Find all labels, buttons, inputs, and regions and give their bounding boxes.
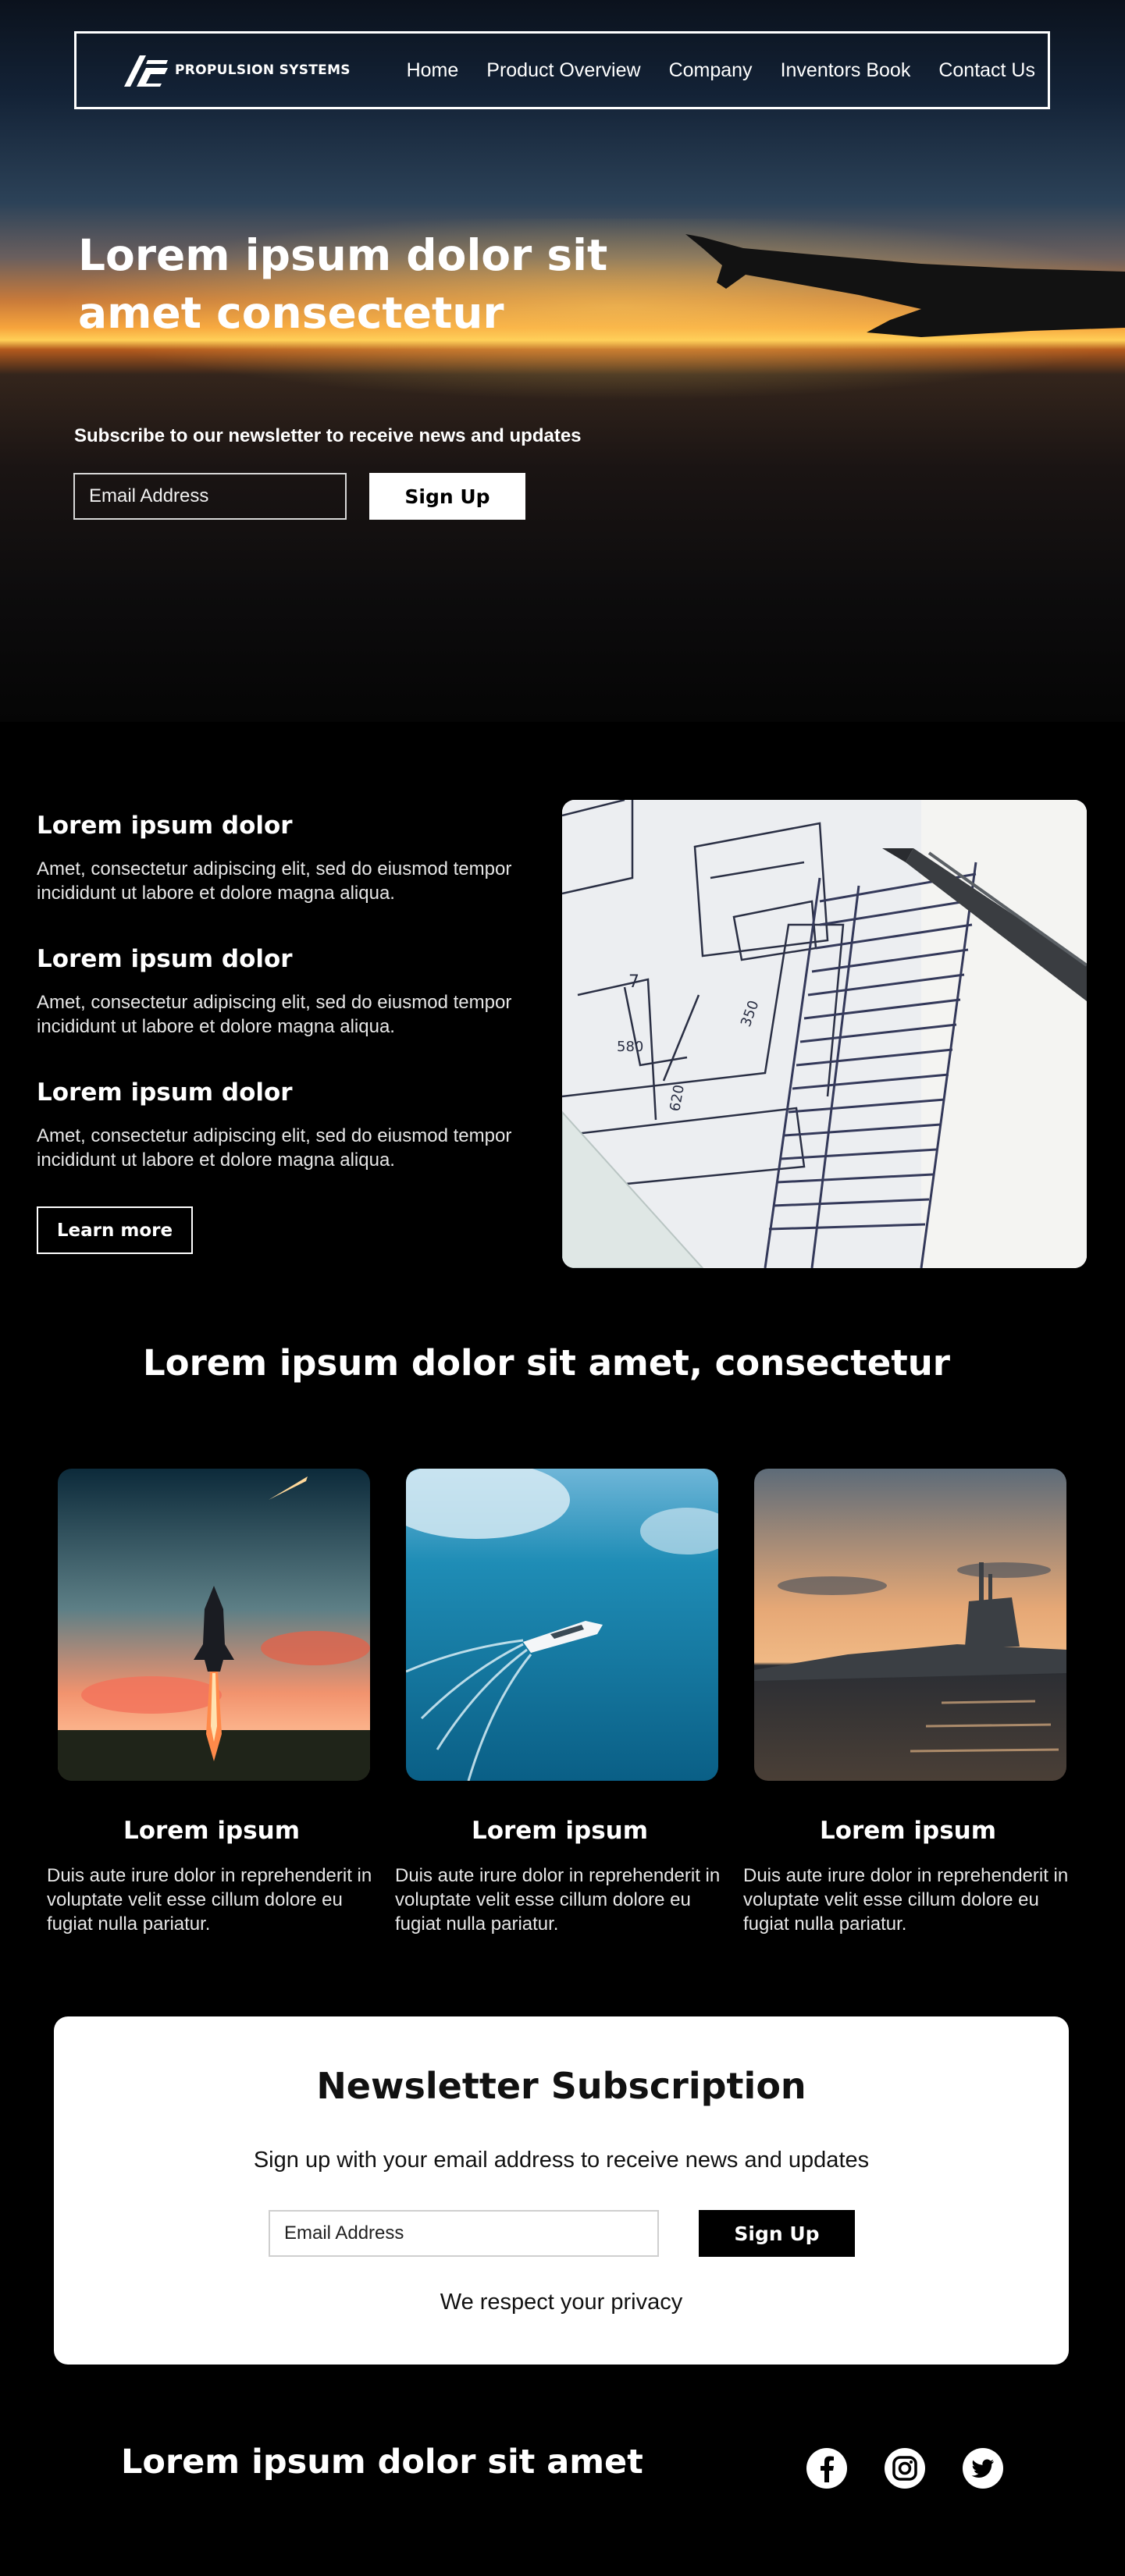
feature-text: Amet, consectetur adipiscing elit, sed d… bbox=[37, 1125, 512, 1171]
card-title: Lorem ipsum bbox=[819, 1817, 997, 1845]
feature-item: Lorem ipsum dolor Amet, consectetur adip… bbox=[37, 812, 536, 905]
card-title: Lorem ipsum bbox=[471, 1817, 649, 1845]
newsletter-email-input[interactable] bbox=[269, 2210, 659, 2257]
learn-more-button[interactable]: Learn more bbox=[37, 1206, 193, 1254]
hero-email-input[interactable] bbox=[73, 473, 347, 520]
rocket-launch-illustration bbox=[58, 1469, 370, 1781]
hero-section: PROPULSION SYSTEMS Home Product Overview… bbox=[0, 0, 1125, 722]
brand-logo[interactable]: PROPULSION SYSTEMS bbox=[119, 51, 351, 90]
card-image-speedboat-ocean bbox=[406, 1469, 718, 1781]
blueprint-image: 7 580 350 620 bbox=[562, 800, 1087, 1268]
blueprint-drawing: 7 580 350 620 bbox=[562, 800, 1087, 1268]
instagram-icon[interactable] bbox=[883, 2446, 927, 2490]
card-text: Duis aute irure dolor in reprehenderit i… bbox=[395, 1865, 721, 1935]
feature-title: Lorem ipsum dolor bbox=[37, 812, 293, 840]
privacy-text: We respect your privacy bbox=[440, 2290, 683, 2315]
hero-subscribe-text: Subscribe to our newsletter to receive n… bbox=[74, 425, 582, 446]
feature-title: Lorem ipsum dolor bbox=[37, 1078, 293, 1107]
nav-link-company[interactable]: Company bbox=[669, 59, 753, 82]
newsletter-signup-button[interactable]: Sign Up bbox=[699, 2210, 855, 2257]
propulsion-logo-icon bbox=[124, 55, 168, 87]
nav-link-contact-us[interactable]: Contact Us bbox=[938, 59, 1035, 82]
blueprint-number: 580 bbox=[617, 1039, 643, 1055]
speedboat-ocean-illustration bbox=[406, 1469, 718, 1781]
brand-name: PROPULSION SYSTEMS bbox=[175, 62, 351, 78]
facebook-icon[interactable] bbox=[805, 2446, 849, 2490]
feature-item: Lorem ipsum dolor Amet, consectetur adip… bbox=[37, 1078, 536, 1172]
feature-text: Amet, consectetur adipiscing elit, sed d… bbox=[37, 858, 512, 904]
submarine-sunset-illustration bbox=[754, 1469, 1066, 1781]
card-title: Lorem ipsum bbox=[123, 1817, 301, 1845]
feature-item: Lorem ipsum dolor Amet, consectetur adip… bbox=[37, 945, 536, 1039]
feature-title: Lorem ipsum dolor bbox=[37, 945, 293, 973]
hero-signup-button[interactable]: Sign Up bbox=[369, 473, 525, 520]
nav-link-home[interactable]: Home bbox=[407, 59, 459, 82]
nav-links: Home Product Overview Company Inventors … bbox=[407, 59, 1035, 82]
footer-title: Lorem ipsum dolor sit amet bbox=[121, 2443, 643, 2482]
newsletter-panel: Newsletter Subscription Sign up with you… bbox=[54, 2016, 1069, 2365]
card-image-submarine-sunset bbox=[754, 1469, 1066, 1781]
cards-section-title: Lorem ipsum dolor sit amet, consectetur bbox=[142, 1342, 950, 1384]
feature-text: Amet, consectetur adipiscing elit, sed d… bbox=[37, 992, 512, 1037]
newsletter-title: Newsletter Subscription bbox=[316, 2065, 806, 2107]
hero-title: Lorem ipsum dolor sit amet consectetur bbox=[78, 230, 608, 338]
top-navigation-bar: PROPULSION SYSTEMS Home Product Overview… bbox=[74, 31, 1050, 109]
card-text: Duis aute irure dolor in reprehenderit i… bbox=[47, 1865, 372, 1935]
blueprint-number: 7 bbox=[628, 972, 639, 992]
nav-link-product-overview[interactable]: Product Overview bbox=[486, 59, 640, 82]
twitter-icon[interactable] bbox=[961, 2446, 1005, 2490]
card-text: Duis aute irure dolor in reprehenderit i… bbox=[743, 1865, 1069, 1935]
nav-link-inventors-book[interactable]: Inventors Book bbox=[781, 59, 911, 82]
card-image-rocket-launch bbox=[58, 1469, 370, 1781]
newsletter-subtitle: Sign up with your email address to recei… bbox=[253, 2148, 870, 2173]
